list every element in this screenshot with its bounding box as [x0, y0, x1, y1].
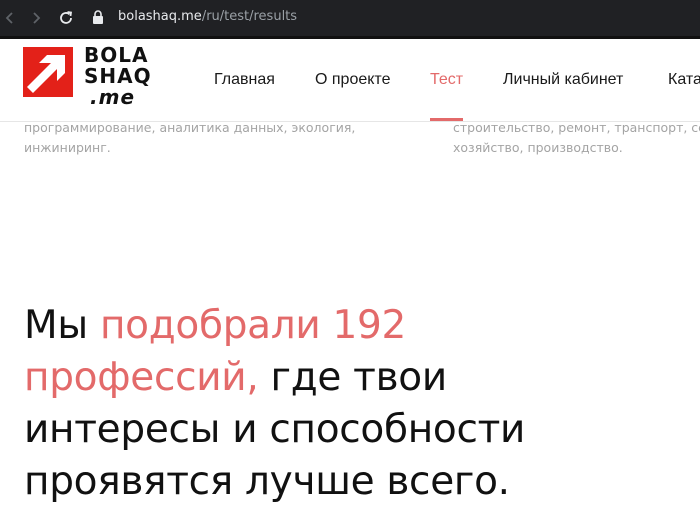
headline-text: где твои	[258, 355, 448, 400]
headline-text: проявятся лучше всего.	[24, 459, 510, 504]
headline-text: интересы и способности	[24, 407, 526, 452]
reload-icon[interactable]	[56, 8, 76, 28]
profession-description-right: строительство, ремонт, транспорт, сел хо…	[453, 118, 700, 158]
logo-wordmark[interactable]: BOLA SHAQ .me	[84, 45, 180, 117]
logo-arrow-icon[interactable]	[23, 47, 73, 97]
site-header: BOLA SHAQ .me Главная О проекте Тест Лич…	[0, 39, 700, 122]
description-line: инжиниринг.	[24, 140, 111, 155]
browser-toolbar: bolashaq.me/ru/test/results	[0, 0, 700, 36]
headline-text: Мы	[24, 303, 100, 348]
results-headline: Мы подобрали 192 профессий, где твои инт…	[24, 300, 664, 508]
nav-item-account[interactable]: Личный кабинет	[503, 71, 623, 89]
profession-description-left: программирование, аналитика данных, экол…	[24, 118, 424, 158]
nav-item-catalog[interactable]: Ката	[668, 71, 700, 89]
lock-icon	[92, 10, 104, 24]
description-line: хозяйство, производство.	[453, 140, 623, 155]
logo-line-2: SHAQ	[84, 64, 152, 88]
active-tab-underline	[430, 118, 463, 121]
logo-line-1: BOLA	[84, 43, 149, 67]
headline-accent: подобрали 192	[99, 303, 407, 348]
forward-arrow-icon[interactable]	[26, 8, 46, 28]
back-arrow-icon[interactable]	[0, 8, 20, 28]
address-bar-url[interactable]: bolashaq.me/ru/test/results	[118, 9, 297, 24]
nav-item-home[interactable]: Главная	[214, 71, 275, 89]
logo-line-3: .me	[90, 85, 136, 109]
headline-accent: профессий,	[24, 355, 259, 400]
nav-item-test[interactable]: Тест	[430, 71, 463, 89]
nav-item-about[interactable]: О проекте	[315, 71, 390, 89]
